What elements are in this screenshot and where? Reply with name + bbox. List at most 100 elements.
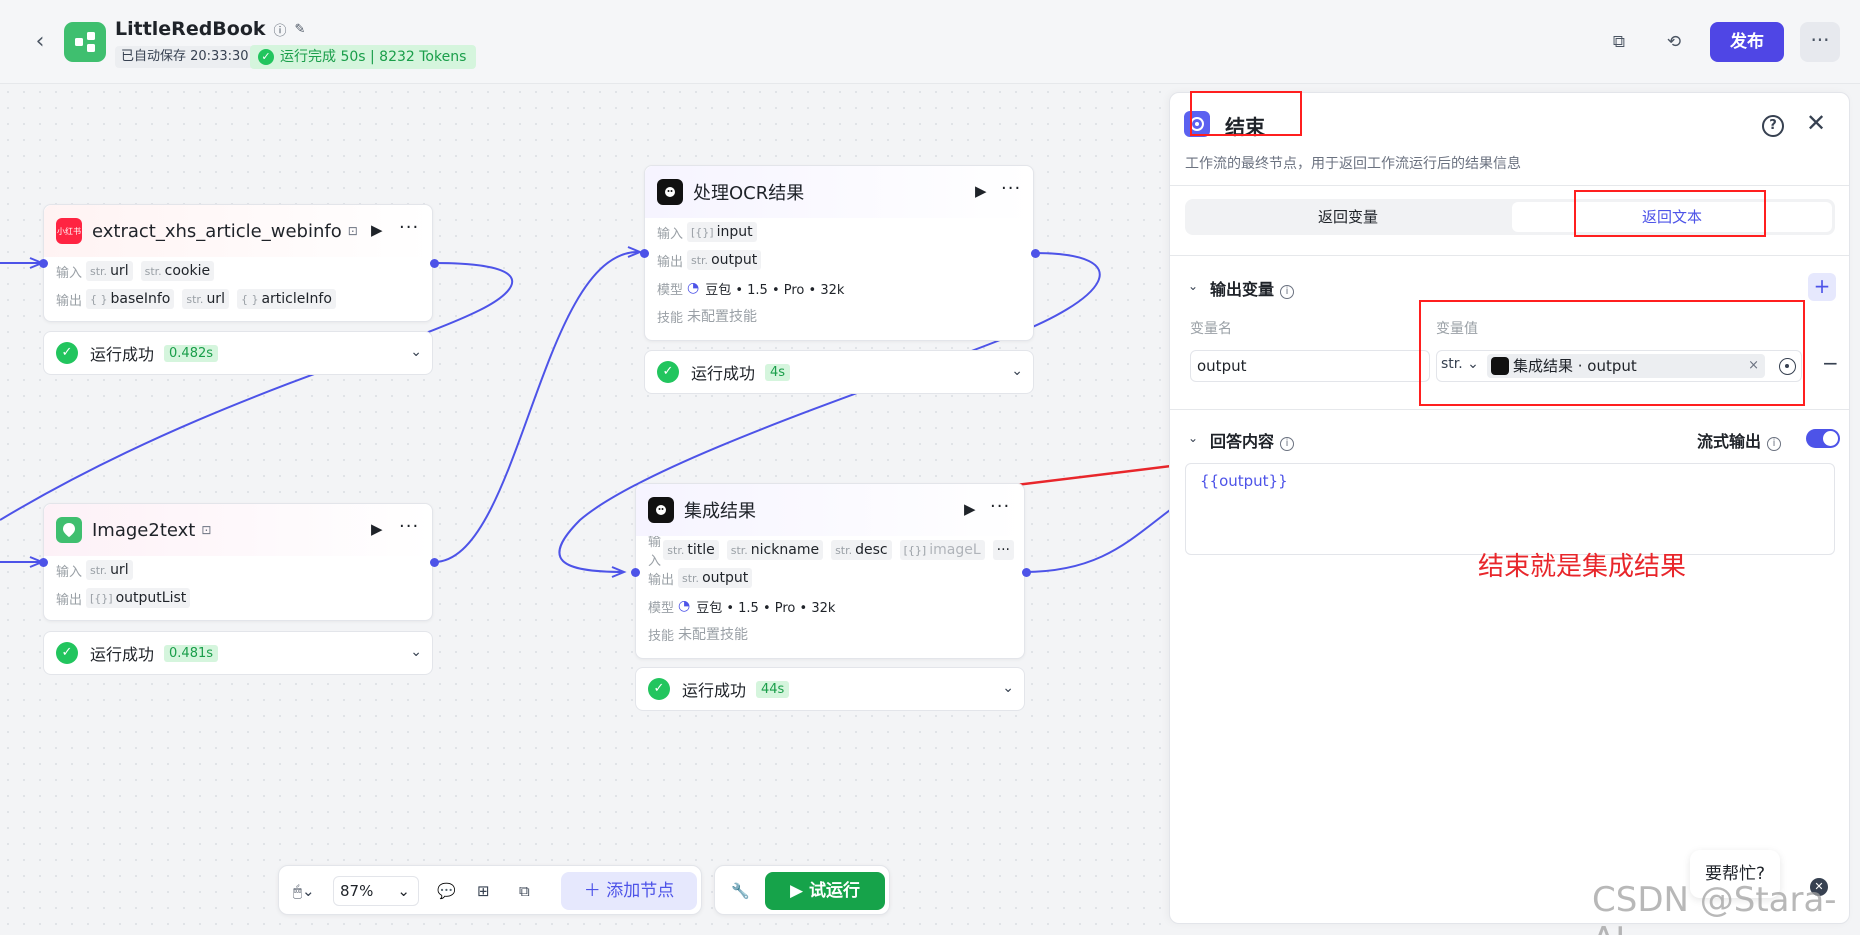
- node-title: Image2text: [92, 519, 196, 541]
- model-label: 模型: [648, 600, 675, 616]
- node-inputs: 输入 [{}] input: [645, 218, 1033, 246]
- input-chip: str. title: [663, 540, 719, 560]
- input-chip: [{}] input: [687, 222, 757, 242]
- input-chip: str. desc: [831, 540, 892, 560]
- node-run-status[interactable]: ✓ 运行成功 4s ⌄: [644, 350, 1034, 394]
- chevron-down-icon[interactable]: ⌄: [1002, 680, 1014, 696]
- input-label: 输入: [56, 265, 83, 281]
- skill-value: 未配置技能: [678, 627, 748, 643]
- success-icon: ✓: [56, 642, 78, 664]
- add-variable-button[interactable]: +: [1808, 273, 1836, 301]
- info-icon: i: [1280, 437, 1295, 451]
- minimap-icon[interactable]: ⧉: [519, 879, 530, 903]
- chevron-down-icon[interactable]: ⌄: [410, 644, 422, 660]
- output-port[interactable]: [1022, 568, 1031, 577]
- publish-button[interactable]: 发布: [1710, 22, 1784, 62]
- status-time: 44s: [756, 680, 790, 698]
- node-header: 小红书 extract_xhs_article_webinfo ⊡ ▶ ···: [44, 205, 432, 257]
- output-port[interactable]: [430, 558, 439, 567]
- input-port[interactable]: [39, 259, 48, 268]
- panel-title: 结束: [1225, 115, 1265, 139]
- output-port[interactable]: [430, 259, 439, 268]
- close-icon[interactable]: ✕: [1806, 109, 1826, 137]
- chevron-down-icon[interactable]: ⌄: [1011, 363, 1023, 379]
- comment-icon[interactable]: 💬: [437, 879, 456, 903]
- node-inputs: 输入 str. url str. cookie: [44, 257, 432, 285]
- layout-icon[interactable]: ⊞: [477, 879, 490, 903]
- play-icon[interactable]: ▶: [371, 520, 383, 538]
- output-label: 输出: [657, 254, 684, 270]
- node-extract-webinfo[interactable]: 小红书 extract_xhs_article_webinfo ⊡ ▶ ··· …: [39, 204, 439, 322]
- node-merge-results[interactable]: 集成结果 ▶ ··· 输入 str. title str. nickname str…: [631, 483, 1031, 659]
- play-icon: ▶: [790, 881, 809, 901]
- play-icon[interactable]: ▶: [371, 221, 383, 239]
- success-icon: ✓: [657, 361, 679, 383]
- node-skill: 技能 未配置技能: [645, 302, 1033, 330]
- input-chip: str. cookie: [140, 261, 215, 281]
- divider: [1170, 255, 1849, 256]
- chevron-down-icon[interactable]: ⌄: [410, 344, 422, 360]
- clear-icon[interactable]: ×: [1748, 354, 1759, 378]
- more-icon[interactable]: ···: [1001, 178, 1021, 199]
- zoom-select[interactable]: 87% ⌄: [333, 876, 419, 906]
- play-icon[interactable]: ▶: [975, 182, 987, 200]
- more-icon[interactable]: ···: [399, 516, 419, 537]
- output-label: 输出: [56, 293, 83, 309]
- status-text: 运行成功: [90, 345, 155, 364]
- info-icon: i: [1767, 437, 1782, 451]
- divider: [1170, 185, 1849, 186]
- add-node-button[interactable]: ＋ 添加节点: [561, 872, 697, 910]
- input-label: 输入: [56, 564, 83, 580]
- copy-icon[interactable]: ⧉: [1607, 30, 1631, 54]
- doubao-icon: ◔: [678, 598, 691, 614]
- node-model: 模型 ◔ 豆包 • 1.5 • Pro • 32k: [645, 274, 1033, 302]
- canvas-toolbar: 🖱⌄ 87% ⌄ 💬 ⊞ ⧉ ＋ 添加节点: [278, 865, 702, 915]
- node-run-status[interactable]: ✓ 运行成功 44s ⌄: [635, 667, 1025, 711]
- answer-content-input[interactable]: {{output}}: [1185, 463, 1835, 555]
- node-outputs: 输出 str. output: [636, 564, 1024, 592]
- node-image2text[interactable]: Image2text ⊡ ▶ ··· 输入 str. url 输出 [{}] out…: [39, 503, 439, 621]
- mouse-icon[interactable]: 🖱⌄: [293, 879, 315, 903]
- connection-wires: [0, 246, 1170, 578]
- var-name-input[interactable]: output: [1190, 350, 1430, 382]
- stream-output-toggle[interactable]: [1806, 429, 1840, 448]
- output-port[interactable]: [1031, 249, 1040, 258]
- node-process-ocr[interactable]: 处理OCR结果 ▶ ··· 输入 [{}] input 输出 str. output…: [640, 165, 1040, 341]
- wrench-icon[interactable]: 🔧: [731, 879, 750, 903]
- var-type-select[interactable]: str. ⌄: [1441, 356, 1479, 372]
- node-title: 集成结果: [684, 501, 756, 522]
- input-port[interactable]: [640, 249, 649, 258]
- node-header: 处理OCR结果 ▶ ···: [645, 166, 1033, 218]
- target-icon[interactable]: [1779, 358, 1796, 375]
- node-title: 处理OCR结果: [693, 183, 805, 204]
- more-button[interactable]: ···: [1800, 22, 1840, 62]
- watermark: CSDN @Stara-AI: [1592, 880, 1837, 935]
- var-value-field[interactable]: str. ⌄ 集成结果 · output ×: [1436, 350, 1802, 382]
- help-icon[interactable]: ?: [1762, 115, 1784, 137]
- var-reference[interactable]: 集成结果 · output ×: [1487, 354, 1765, 378]
- more-inputs-icon[interactable]: ···: [992, 540, 1014, 560]
- input-port[interactable]: [631, 568, 640, 577]
- remove-variable-button[interactable]: −: [1822, 351, 1839, 375]
- node-run-status[interactable]: ✓ 运行成功 0.481s ⌄: [43, 631, 433, 675]
- node-outputs: 输出 str. output: [645, 246, 1033, 274]
- skill-label: 技能: [657, 310, 684, 326]
- chevron-down-icon: ⌄: [397, 882, 410, 900]
- more-icon[interactable]: ···: [399, 217, 419, 238]
- node-header: 集成结果 ▶ ···: [636, 484, 1024, 536]
- tab-return-text[interactable]: 返回文本: [1512, 202, 1832, 232]
- output-label: 输出: [648, 572, 675, 588]
- trial-run-button[interactable]: ▶ 试运行: [765, 872, 885, 910]
- play-icon[interactable]: ▶: [964, 500, 976, 518]
- node-run-status[interactable]: ✓ 运行成功 0.482s ⌄: [43, 331, 433, 375]
- model-label: 模型: [657, 282, 684, 298]
- status-text: 运行成功: [682, 681, 747, 700]
- history-icon[interactable]: ⟲: [1662, 30, 1686, 54]
- output-chip: str. output: [678, 568, 753, 588]
- llm-icon: [1491, 357, 1509, 375]
- chevron-down-icon[interactable]: ⌄: [1188, 279, 1198, 293]
- more-icon[interactable]: ···: [990, 496, 1010, 517]
- chevron-down-icon[interactable]: ⌄: [1188, 431, 1198, 445]
- tab-return-variable[interactable]: 返回变量: [1188, 202, 1508, 232]
- input-port[interactable]: [39, 558, 48, 567]
